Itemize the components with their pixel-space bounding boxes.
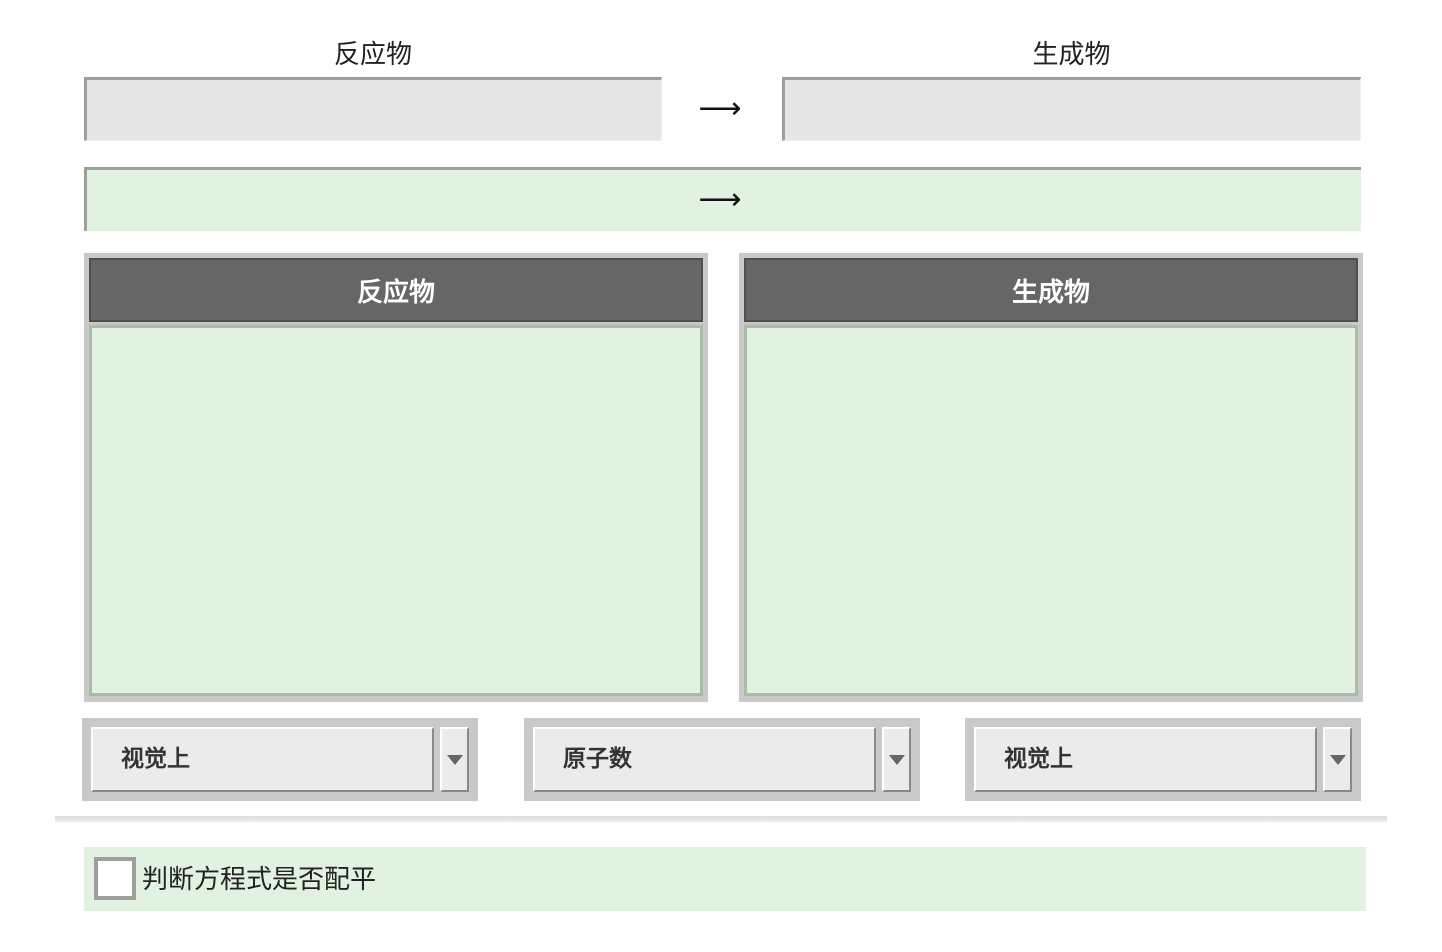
reactants-view-select[interactable]: 视觉上	[82, 718, 478, 801]
chevron-down-icon	[1329, 754, 1346, 765]
products-panel-header: 生成物	[744, 258, 1358, 322]
products-view-select[interactable]: 视觉上	[965, 718, 1361, 801]
equation-arrow-icon: ⟶	[698, 182, 742, 217]
select-inner: 原子数	[533, 727, 911, 792]
products-panel: 生成物	[739, 253, 1363, 702]
select-inner: 视觉上	[974, 727, 1352, 792]
balance-mode-select[interactable]: 原子数	[524, 718, 920, 801]
balance-check-bar: 判断方程式是否配平	[84, 847, 1366, 911]
reactants-label: 反应物	[333, 40, 412, 70]
reactants-panel: 反应物	[84, 253, 708, 702]
equation-balancer: 反应物 生成物 ⟶ ⟶ 反应物 生成物 视觉上 原子数 视觉上 判断方程式是否配…	[0, 0, 1442, 952]
reactants-input[interactable]	[84, 77, 662, 141]
reactants-panel-header: 反应物	[89, 258, 703, 322]
dropdown-button[interactable]	[882, 727, 911, 792]
reactants-drop-area[interactable]	[89, 325, 703, 696]
dropdown-button[interactable]	[1323, 727, 1352, 792]
dropdown-button[interactable]	[440, 727, 469, 792]
products-label: 生成物	[1032, 40, 1111, 70]
divider	[55, 816, 1387, 822]
select-value[interactable]: 视觉上	[974, 727, 1317, 792]
select-value[interactable]: 视觉上	[91, 727, 434, 792]
products-drop-area[interactable]	[744, 325, 1358, 696]
reaction-arrow-icon: ⟶	[698, 91, 742, 126]
select-inner: 视觉上	[91, 727, 469, 792]
chevron-down-icon	[888, 754, 905, 765]
balance-checkbox[interactable]	[94, 857, 136, 900]
select-value[interactable]: 原子数	[533, 727, 876, 792]
chevron-down-icon	[446, 754, 463, 765]
products-input[interactable]	[782, 77, 1361, 141]
balance-check-label[interactable]: 判断方程式是否配平	[142, 847, 376, 911]
